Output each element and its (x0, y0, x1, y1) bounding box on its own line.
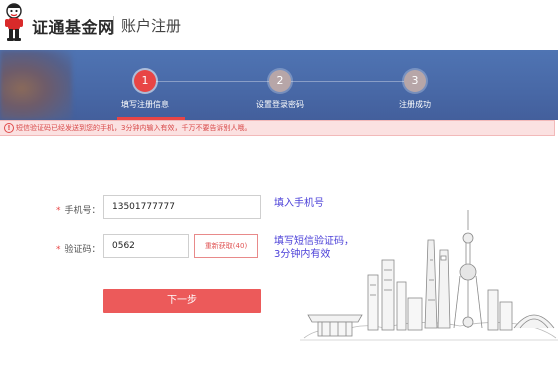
exclamation-icon: ! (4, 123, 14, 133)
brand-name: 证通基金网 (32, 18, 115, 37)
step-1-label: 填写注册信息 (121, 100, 169, 109)
step-3-number: 3 (404, 70, 426, 92)
step-1: 1 填写注册信息 (100, 70, 190, 110)
alert-text: 短信验证码已经发送到您的手机，3分钟内输入有效，千万不要告诉别人哦。 (16, 124, 252, 132)
sms-code-input[interactable]: 0562 (103, 234, 189, 258)
step-3: 3 注册成功 (370, 70, 460, 110)
mascot-logo-icon (5, 3, 23, 41)
step-1-number: 1 (134, 70, 156, 92)
resend-code-button[interactable]: 重新获取(40) (194, 234, 258, 258)
step-2-number: 2 (269, 70, 291, 92)
phone-label: * 手机号： (56, 206, 101, 216)
progress-banner: 1 填写注册信息 2 设置登录密码 3 注册成功 (0, 50, 558, 120)
next-step-button[interactable]: 下一步 (103, 289, 261, 313)
step-3-label: 注册成功 (399, 100, 431, 109)
phone-input[interactable]: 13501777777 (103, 195, 261, 219)
step-2-label: 设置登录密码 (256, 100, 304, 109)
header: 证通基金网 账户注册 (0, 0, 558, 50)
banner-photo (0, 50, 72, 120)
step-2: 2 设置登录密码 (235, 70, 325, 110)
phone-hint: 填入手机号 (274, 198, 324, 209)
required-marker: * (56, 206, 61, 216)
code-label: * 验证码： (56, 245, 101, 255)
header-divider (113, 16, 114, 34)
required-marker: * (56, 245, 61, 255)
sms-sent-alert: ! 短信验证码已经发送到您的手机，3分钟内输入有效，千万不要告诉别人哦。 (0, 120, 555, 136)
page-title: 账户注册 (121, 17, 182, 35)
city-skyline-illustration (300, 210, 558, 341)
